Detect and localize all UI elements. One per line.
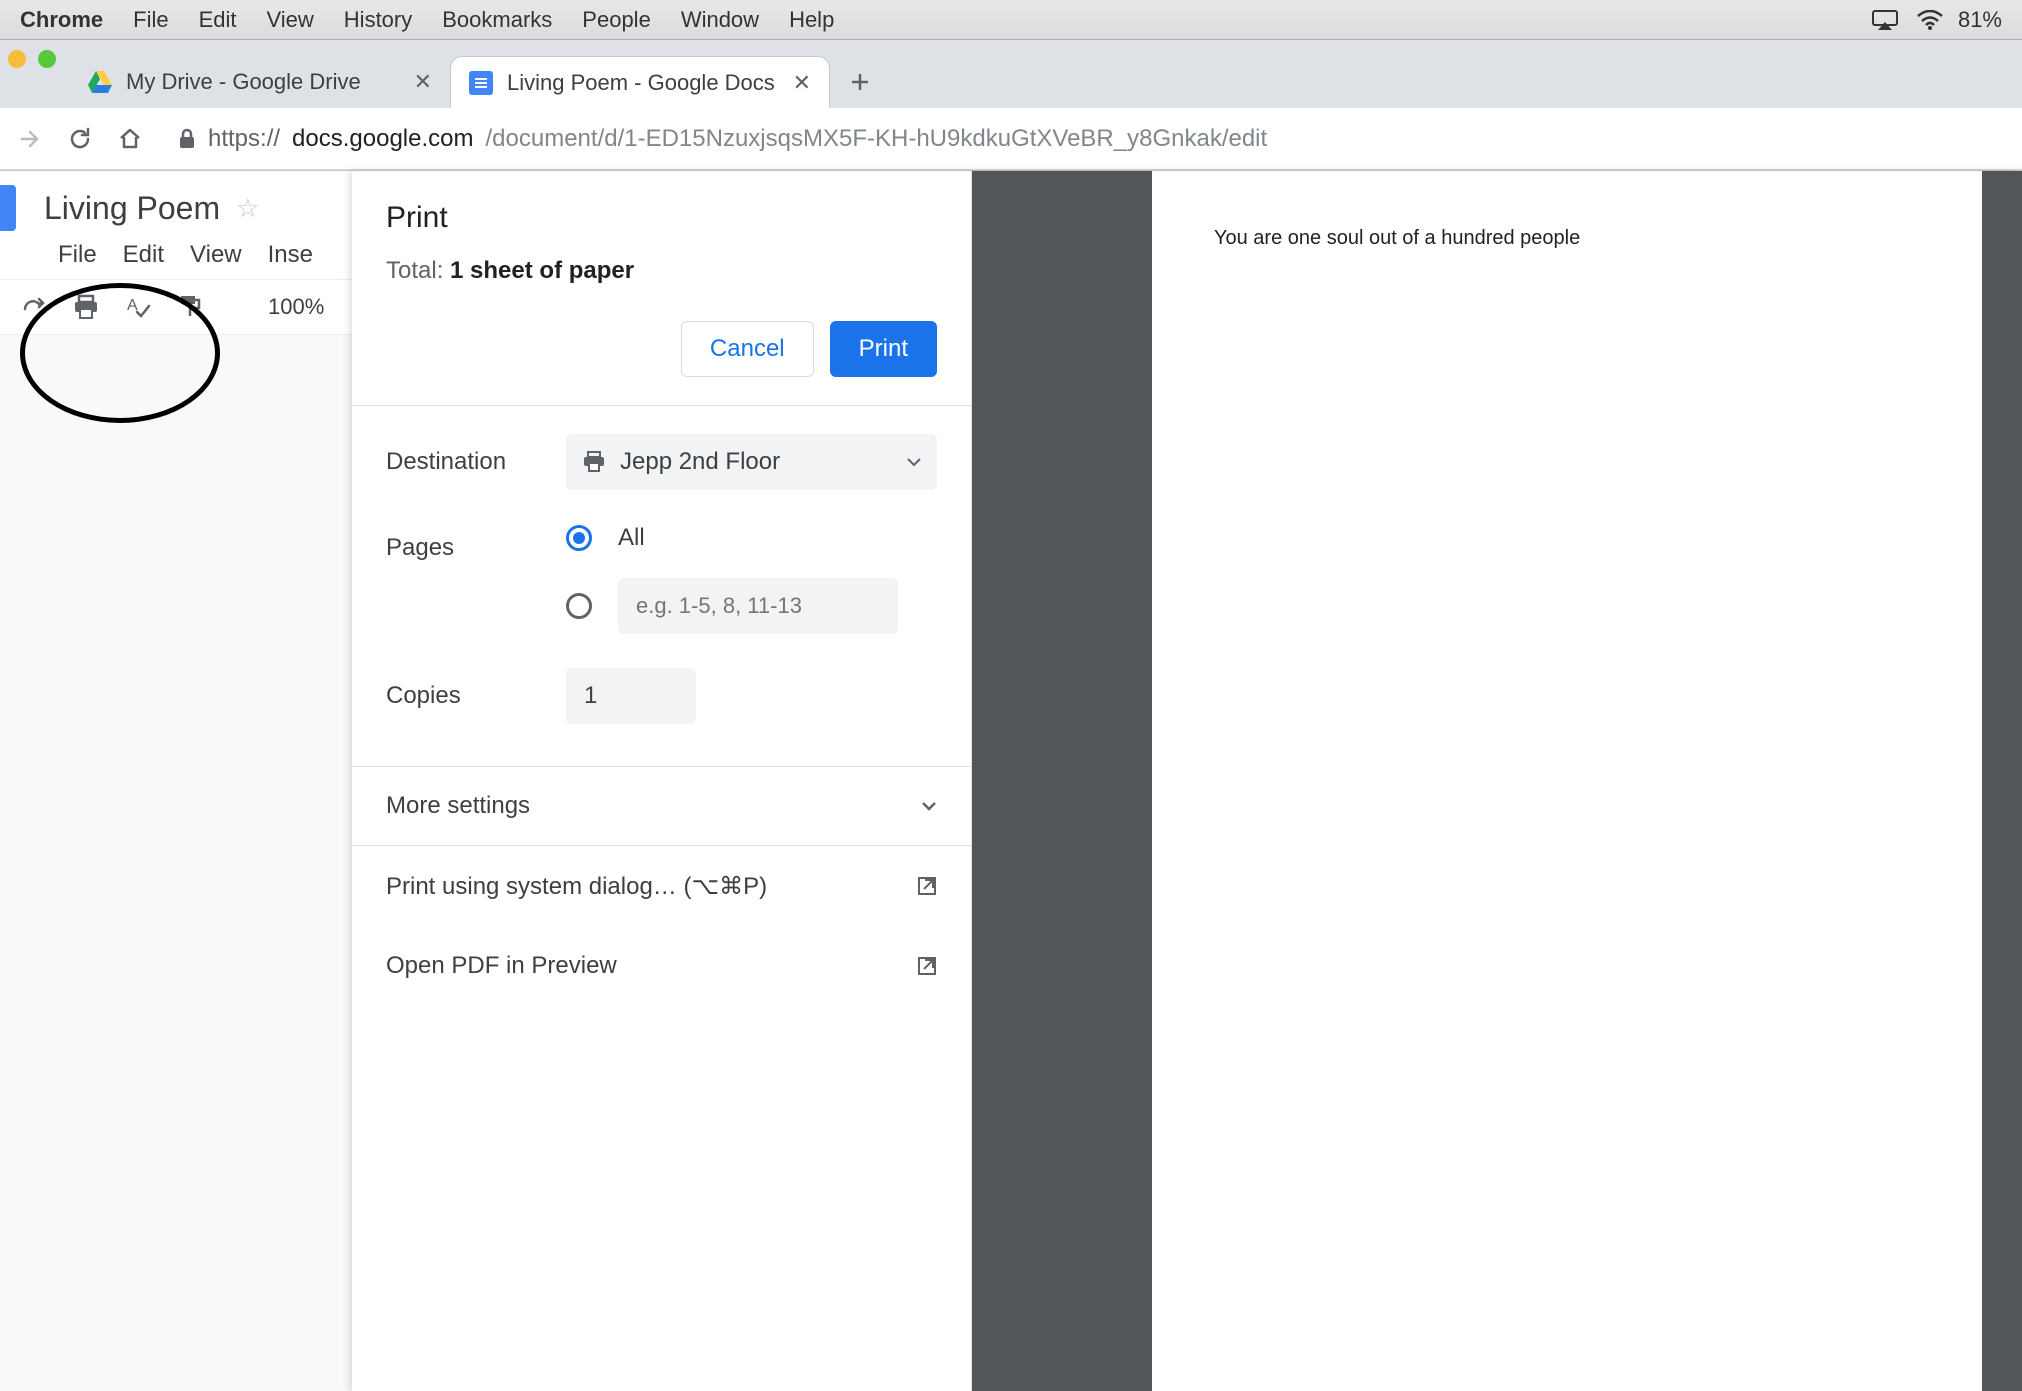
more-settings-label: More settings [386,792,530,820]
external-link-icon [917,956,937,976]
redo-icon[interactable] [20,293,48,321]
print-sidebar: Print Total: 1 sheet of paper Cancel Pri… [352,171,972,1391]
chevron-down-icon [907,457,921,467]
menubar-people[interactable]: People [582,7,651,33]
copies-input[interactable] [566,668,696,724]
docs-area: Living Poem ☆ File Edit View Inse A 100%… [0,171,2022,1391]
minimize-dot[interactable] [8,50,26,68]
menubar-file[interactable]: File [133,7,168,33]
chrome-top: My Drive - Google Drive ✕ Living Poem - … [0,40,2022,171]
omnibox-row: https:// docs.google.com/document/d/1-ED1… [0,108,2022,170]
omnibox[interactable]: https:// docs.google.com/document/d/1-ED1… [164,125,2008,153]
docs-menu-insert[interactable]: Inse [268,241,313,269]
url-scheme: https:// [208,125,280,153]
chevron-down-icon [921,800,937,812]
menubar-bookmarks[interactable]: Bookmarks [442,7,552,33]
docs-favicon-icon [469,71,493,95]
tab-strip: My Drive - Google Drive ✕ Living Poem - … [0,40,2022,108]
copies-label: Copies [386,682,566,710]
wifi-icon[interactable] [1916,10,1944,30]
docs-menu-view[interactable]: View [190,241,242,269]
docs-logo-icon[interactable] [0,185,16,231]
destination-label: Destination [386,448,566,476]
pages-label: Pages [386,524,566,562]
document-title[interactable]: Living Poem [44,190,220,227]
url-host: docs.google.com [292,125,473,153]
menubar-window[interactable]: Window [681,7,759,33]
system-dialog-link[interactable]: Print using system dialog… (⌥⌘P) [352,846,971,926]
forward-icon[interactable] [14,123,46,155]
lock-icon [178,128,196,150]
menubar-view[interactable]: View [267,7,314,33]
home-icon[interactable] [114,123,146,155]
zoom-dot[interactable] [38,50,56,68]
pages-all-label: All [618,524,645,552]
destination-select[interactable]: Jepp 2nd Floor [566,434,937,490]
reload-icon[interactable] [64,123,96,155]
spellcheck-icon[interactable]: A [124,293,152,321]
printer-icon [582,451,606,473]
tab-my-drive[interactable]: My Drive - Google Drive ✕ [70,56,450,108]
close-icon[interactable]: ✕ [793,70,811,96]
print-total: Total: 1 sheet of paper [386,257,937,285]
zoom-level[interactable]: 100% [268,294,324,320]
print-dialog: Print Total: 1 sheet of paper Cancel Pri… [352,171,2022,1391]
new-tab-button[interactable] [838,60,882,104]
pages-all-radio[interactable] [566,525,592,551]
destination-value: Jepp 2nd Floor [620,448,780,476]
menubar-edit[interactable]: Edit [199,7,237,33]
open-pdf-label: Open PDF in Preview [386,952,617,980]
preview-page: You are one soul out of a hundred people [1152,171,1982,1391]
system-dialog-label: Print using system dialog… (⌥⌘P) [386,872,767,901]
airplay-icon[interactable] [1872,10,1898,30]
url-path: /document/d/1-ED15NzuxjsqsMX5F-KH-hU9kdk… [486,125,1268,153]
macos-menubar: Chrome File Edit View History Bookmarks … [0,0,2022,40]
close-icon[interactable]: ✕ [414,69,432,95]
more-settings-toggle[interactable]: More settings [352,766,971,846]
paint-format-icon[interactable] [176,293,204,321]
tab-title: My Drive - Google Drive [126,69,361,95]
drive-favicon-icon [88,70,112,94]
cancel-button[interactable]: Cancel [681,321,814,377]
print-title: Print [386,201,937,235]
window-traffic-lights[interactable] [8,50,56,68]
tab-title: Living Poem - Google Docs [507,70,775,96]
tab-living-poem[interactable]: Living Poem - Google Docs ✕ [450,56,830,108]
menubar-history[interactable]: History [344,7,412,33]
docs-menu-edit[interactable]: Edit [123,241,164,269]
external-link-icon [917,876,937,896]
print-button[interactable]: Print [830,321,937,377]
print-preview[interactable]: You are one soul out of a hundred people [972,171,2022,1391]
print-icon[interactable] [72,293,100,321]
preview-text: You are one soul out of a hundred people [1214,227,1920,250]
menubar-app[interactable]: Chrome [20,7,103,33]
open-pdf-link[interactable]: Open PDF in Preview [352,926,971,1006]
pages-range-input[interactable] [618,578,898,634]
pages-custom-radio[interactable] [566,593,592,619]
battery-percent: 81% [1958,7,2002,33]
docs-menu-file[interactable]: File [58,241,97,269]
star-icon[interactable]: ☆ [236,193,259,224]
menubar-help[interactable]: Help [789,7,834,33]
